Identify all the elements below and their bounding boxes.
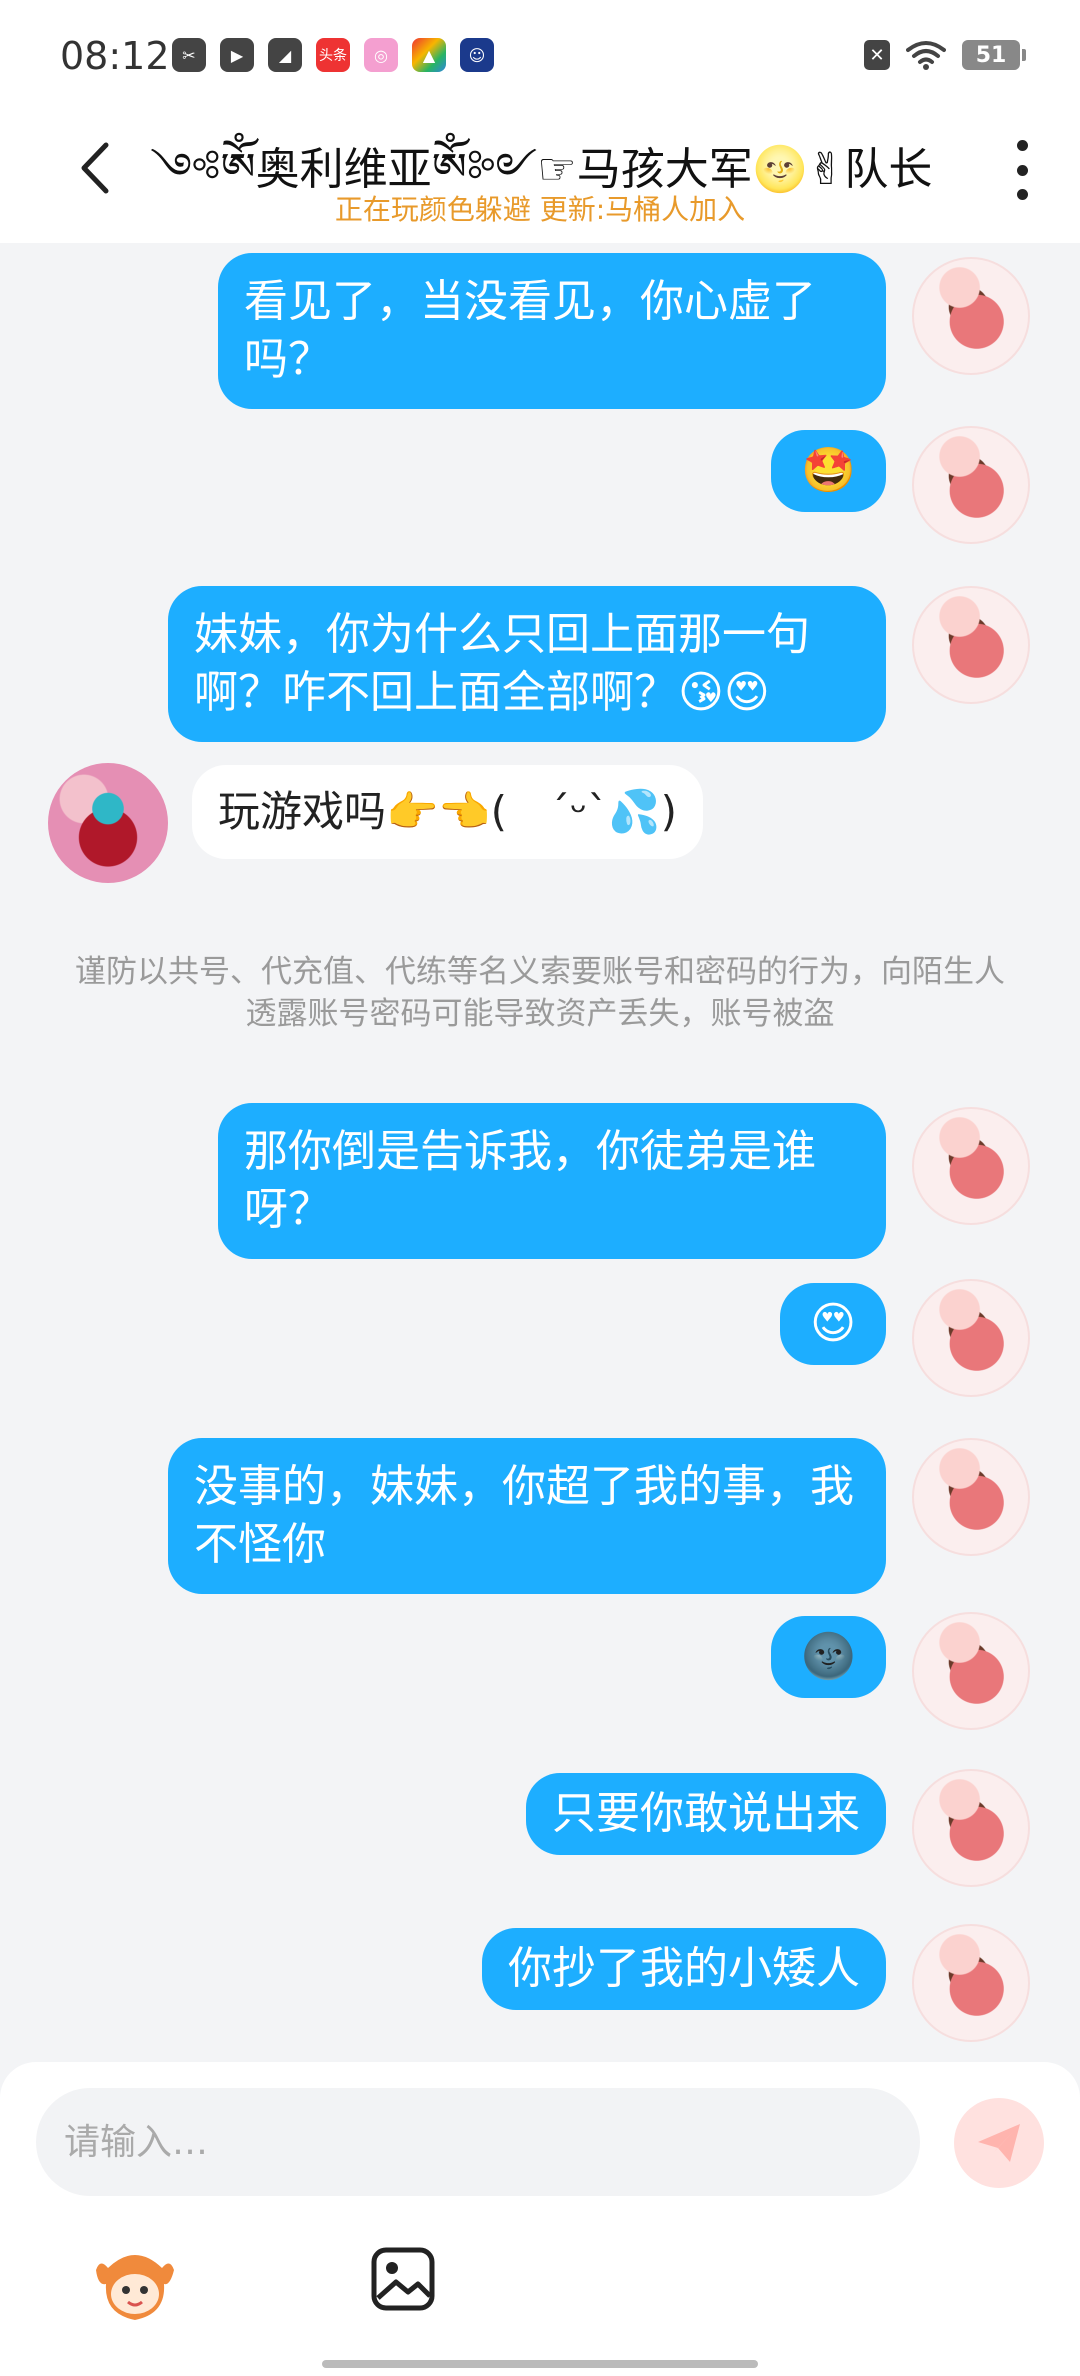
my-message-bubble[interactable]: 看见了，当没看见，你心虚了吗？ bbox=[218, 253, 886, 409]
wifi-icon bbox=[906, 41, 946, 70]
image-icon bbox=[371, 2247, 435, 2311]
no-sim-icon: ✕ bbox=[864, 40, 890, 70]
composer-bar bbox=[0, 2062, 1080, 2376]
my-avatar[interactable] bbox=[912, 1612, 1030, 1730]
message-input[interactable] bbox=[36, 2088, 920, 2196]
status-time: 08:12 bbox=[60, 34, 170, 78]
my-avatar[interactable] bbox=[912, 1769, 1030, 1887]
paper-plane-icon bbox=[978, 2124, 1020, 2162]
dot-icon bbox=[1016, 164, 1028, 176]
my-message-bubble[interactable]: 🌚 bbox=[771, 1616, 886, 1698]
my-message-bubble[interactable]: 😍 bbox=[780, 1283, 886, 1365]
my-avatar[interactable] bbox=[912, 426, 1030, 544]
right-status: ✕ 51 bbox=[864, 40, 1026, 70]
chevron-left-icon bbox=[81, 142, 109, 194]
my-message-bubble[interactable]: 没事的，妹妹，你超了我的事，我不怪你 bbox=[168, 1438, 886, 1594]
mascot-face-icon bbox=[96, 2255, 174, 2320]
home-indicator bbox=[322, 2360, 758, 2368]
leaf-icon: ◢ bbox=[268, 38, 302, 72]
my-avatar[interactable] bbox=[912, 1279, 1030, 1397]
send-button[interactable] bbox=[954, 2098, 1044, 2188]
friend-avatar[interactable] bbox=[48, 763, 168, 883]
status-bar: 08:12 ✂ ▶ ◢ 头条 ◎ ▲ ☺ ✕ 51 bbox=[0, 0, 1080, 110]
emoji-sticker-button[interactable] bbox=[90, 2240, 180, 2330]
my-avatar[interactable] bbox=[912, 1924, 1030, 2042]
my-message-bubble[interactable]: 你抄了我的小矮人 bbox=[482, 1928, 886, 2010]
play-icon: ▶ bbox=[220, 38, 254, 72]
notification-icons: ✂ ▶ ◢ 头条 ◎ ▲ ☺ bbox=[172, 38, 494, 72]
my-message-bubble[interactable]: 妹妹，你为什么只回上面那一句啊？咋不回上面全部啊？😘😍 bbox=[168, 586, 886, 742]
camera-icon: ◎ bbox=[364, 38, 398, 72]
more-menu-button[interactable] bbox=[1012, 140, 1032, 200]
toutiao-icon: 头条 bbox=[316, 38, 350, 72]
security-notice: 谨防以共号、代充值、代练等名义索要账号和密码的行为，向陌生人透露账号密码可能导致… bbox=[75, 954, 1005, 1032]
chat-subtitle: 正在玩颜色躲避 更新:马桶人加入 bbox=[334, 193, 746, 226]
my-message-bubble[interactable]: 🤩 bbox=[771, 430, 886, 512]
back-button[interactable] bbox=[70, 138, 120, 198]
top-bar: 08:12 ✂ ▶ ◢ 头条 ◎ ▲ ☺ ✕ 51 ༺ༀ奥利维亚ༀ༻☞马孩大军🌝… bbox=[0, 0, 1080, 243]
friend-message-bubble[interactable]: 玩游戏吗👉👈( ´ᵕ`💦) bbox=[192, 765, 704, 859]
multicolor-app-icon: ▲ bbox=[412, 38, 446, 72]
image-picker-button[interactable] bbox=[368, 2244, 438, 2314]
robot-icon: ☺ bbox=[460, 38, 494, 72]
dot-icon bbox=[1016, 189, 1028, 200]
scissors-app-icon: ✂ bbox=[172, 38, 206, 72]
chat-area[interactable]: 看见了，当没看见，你心虚了吗？ 🤩 妹妹，你为什么只回上面那一句啊？咋不回上面全… bbox=[0, 243, 1080, 2063]
my-avatar[interactable] bbox=[912, 1438, 1030, 1556]
my-message-bubble[interactable]: 那你倒是告诉我，你徒弟是谁呀？ bbox=[218, 1103, 886, 1259]
my-avatar[interactable] bbox=[912, 257, 1030, 375]
my-message-bubble[interactable]: 只要你敢说出来 bbox=[526, 1773, 886, 1855]
my-avatar[interactable] bbox=[912, 1107, 1030, 1225]
dot-icon bbox=[1016, 140, 1028, 151]
battery-indicator: 51 bbox=[962, 40, 1026, 70]
my-avatar[interactable] bbox=[912, 586, 1030, 704]
